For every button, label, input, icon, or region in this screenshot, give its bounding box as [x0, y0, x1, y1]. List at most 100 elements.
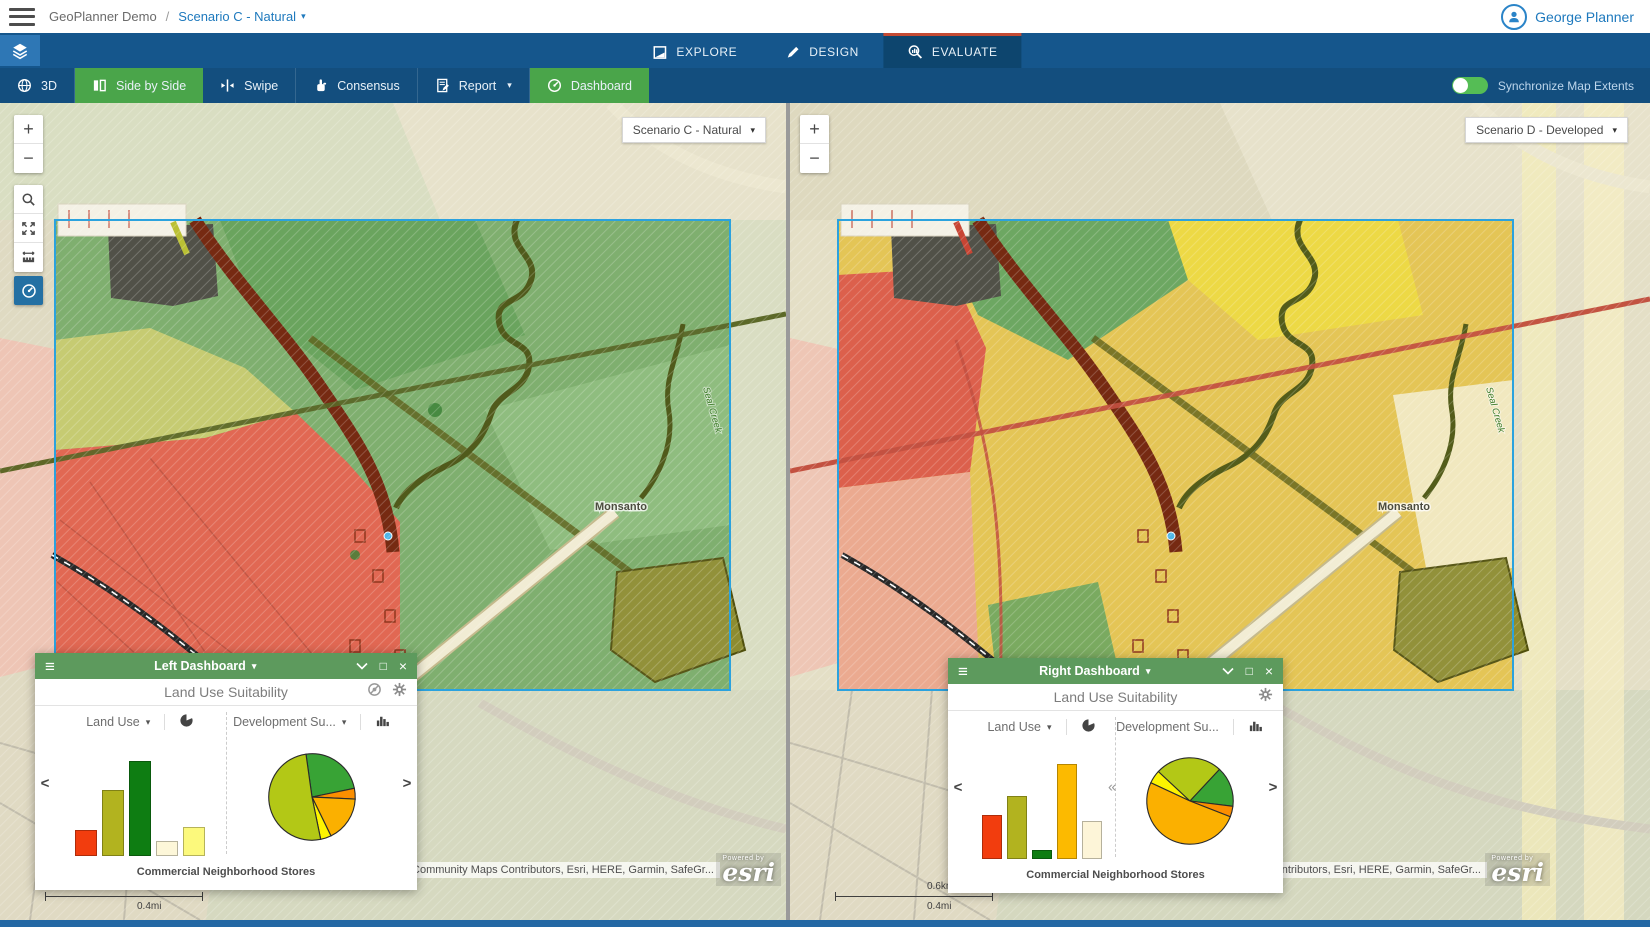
widget-divider: « — [1115, 717, 1116, 857]
development-suitability-pie-chart — [1116, 740, 1263, 863]
evaluate-chart-magnifier-icon — [907, 44, 923, 60]
scenario-selector-left-label: Scenario C - Natural — [633, 123, 742, 137]
dashboard-button[interactable]: Dashboard — [530, 68, 649, 103]
land-use-bar-chart — [968, 740, 1115, 863]
carousel-prev-button[interactable]: < — [35, 706, 55, 860]
chevron-down-icon[interactable]: ▾ — [146, 717, 151, 728]
chevron-down-icon[interactable]: ▾ — [342, 717, 347, 728]
left-dashboard-title: Left Dashboard — [154, 659, 246, 673]
swipe-button[interactable]: Swipe — [203, 68, 296, 103]
panel-title-caret-icon[interactable]: ▾ — [1146, 666, 1151, 677]
measure-button[interactable] — [14, 243, 43, 272]
side-by-side-button[interactable]: Side by Side — [75, 68, 203, 103]
widget-divider — [226, 712, 227, 854]
bottom-strip — [0, 920, 1650, 927]
gear-icon[interactable] — [392, 682, 407, 702]
person-icon — [1507, 10, 1521, 24]
panel-menu-icon[interactable]: ≡ — [958, 663, 968, 680]
carousel-prev-button[interactable]: < — [948, 711, 968, 863]
scenario-selector-left[interactable]: Scenario C - Natural ▾ — [622, 117, 766, 143]
search-button[interactable] — [14, 185, 43, 214]
map-tools-left — [14, 185, 43, 272]
tab-evaluate[interactable]: EVALUATE — [883, 33, 1022, 68]
chevron-down-icon[interactable]: ▾ — [1047, 722, 1052, 733]
swipe-label: Swipe — [244, 79, 278, 93]
dashboard-tool-button[interactable] — [14, 276, 43, 305]
dashboard-widgets: < Land Use ▾ « — [948, 711, 1283, 863]
widget-selector-label[interactable]: Development Su... — [233, 715, 336, 729]
dashboard-subheader: Land Use Suitability — [35, 679, 417, 706]
pie-chart-icon[interactable] — [1081, 718, 1096, 736]
panel-menu-icon[interactable]: ≡ — [45, 658, 55, 675]
consensus-label: Consensus — [337, 79, 400, 93]
consensus-button[interactable]: Consensus — [296, 68, 418, 103]
top-bar: GeoPlanner Demo / Scenario C - Natural ▾… — [0, 0, 1650, 33]
hamburger-menu-icon[interactable] — [9, 8, 35, 26]
report-icon — [435, 78, 450, 93]
report-button[interactable]: Report ▾ — [418, 68, 530, 103]
development-suitability-pie-chart — [227, 735, 398, 860]
full-extent-button[interactable] — [14, 214, 43, 243]
visibility-off-icon[interactable] — [367, 682, 382, 702]
collapse-widget-chevron[interactable]: « — [1108, 779, 1116, 796]
zoom-out-button[interactable]: − — [800, 144, 829, 173]
chevron-down-icon: ▾ — [507, 80, 512, 91]
right-dashboard-header[interactable]: ≡ Right Dashboard ▾ □ × — [948, 658, 1283, 684]
svg-text:Monsanto: Monsanto — [1378, 501, 1430, 513]
close-icon[interactable]: × — [1265, 664, 1273, 678]
scenario-selector-right-label: Scenario D - Developed — [1476, 123, 1603, 137]
right-dashboard-panel: ≡ Right Dashboard ▾ □ × Land Use Suitabi… — [948, 658, 1283, 893]
breadcrumb-app-name[interactable]: GeoPlanner Demo — [49, 9, 157, 24]
breadcrumb-scenario-dropdown[interactable]: Scenario C - Natural ▾ — [178, 9, 305, 24]
search-icon — [21, 192, 36, 207]
tab-explore[interactable]: EXPLORE — [628, 33, 761, 68]
layers-button[interactable] — [0, 35, 40, 66]
user-menu[interactable]: George Planner — [1501, 4, 1634, 30]
widget-selector-label[interactable]: Land Use — [987, 720, 1041, 734]
dashboard-caption: Commercial Neighborhood Stores — [35, 860, 417, 890]
tab-design-label: DESIGN — [809, 45, 859, 59]
scale-line — [835, 892, 993, 901]
3d-button[interactable]: 3D — [0, 68, 75, 103]
pie-chart-icon[interactable] — [179, 713, 194, 731]
esri-logo: Powered by esri — [716, 853, 781, 886]
widget-selector-label[interactable]: Development Su... — [1116, 720, 1219, 734]
globe-icon — [17, 78, 32, 93]
breadcrumb-scenario-label: Scenario C - Natural — [178, 9, 296, 24]
scenario-selector-right[interactable]: Scenario D - Developed ▾ — [1465, 117, 1628, 143]
land-use-widget: Land Use ▾ — [55, 706, 226, 860]
collapse-icon[interactable] — [1222, 665, 1234, 677]
close-icon[interactable]: × — [399, 659, 407, 673]
expand-arrows-icon — [21, 221, 36, 236]
bar-chart-icon[interactable] — [1248, 718, 1263, 736]
bar-chart-icon[interactable] — [375, 713, 390, 731]
zoom-controls-right: + − — [800, 115, 829, 173]
map-area: MonsantoSeal Creek + − Scenar — [0, 103, 1650, 920]
maximize-icon[interactable]: □ — [380, 660, 387, 672]
zoom-in-button[interactable]: + — [14, 115, 43, 144]
carousel-next-button[interactable]: > — [397, 706, 417, 860]
left-dashboard-header[interactable]: ≡ Left Dashboard ▾ □ × — [35, 653, 417, 679]
right-dashboard-title: Right Dashboard — [1039, 664, 1140, 678]
sync-extents-toggle[interactable] — [1452, 77, 1488, 94]
breadcrumb: GeoPlanner Demo / Scenario C - Natural ▾ — [49, 9, 306, 24]
collapse-icon[interactable] — [356, 660, 368, 672]
user-name: George Planner — [1535, 9, 1634, 25]
scale-mi: 0.4mi — [137, 901, 203, 912]
map-right: MonsantoSeal Creek + − Scenario D - Deve… — [790, 103, 1650, 920]
panel-title-caret-icon[interactable]: ▾ — [252, 661, 257, 672]
tab-design[interactable]: DESIGN — [761, 33, 883, 68]
maximize-icon[interactable]: □ — [1246, 665, 1253, 677]
carousel-next-button[interactable]: > — [1263, 711, 1283, 863]
zoom-out-button[interactable]: − — [14, 144, 43, 173]
development-suitability-widget: Development Su... ▾ — [227, 706, 398, 860]
gear-icon[interactable] — [1258, 687, 1273, 707]
explore-icon — [652, 45, 667, 60]
dashboard-subtitle: Land Use Suitability — [35, 684, 417, 700]
widget-header: Land Use ▾ — [55, 709, 226, 735]
zoom-in-button[interactable]: + — [800, 115, 829, 144]
esri-wordmark: esri — [722, 862, 775, 884]
widget-selector-label[interactable]: Land Use — [86, 715, 140, 729]
left-dashboard-panel: ≡ Left Dashboard ▾ □ × Land Use Suitabil… — [35, 653, 417, 890]
widget-header: Development Su... — [1116, 714, 1263, 740]
